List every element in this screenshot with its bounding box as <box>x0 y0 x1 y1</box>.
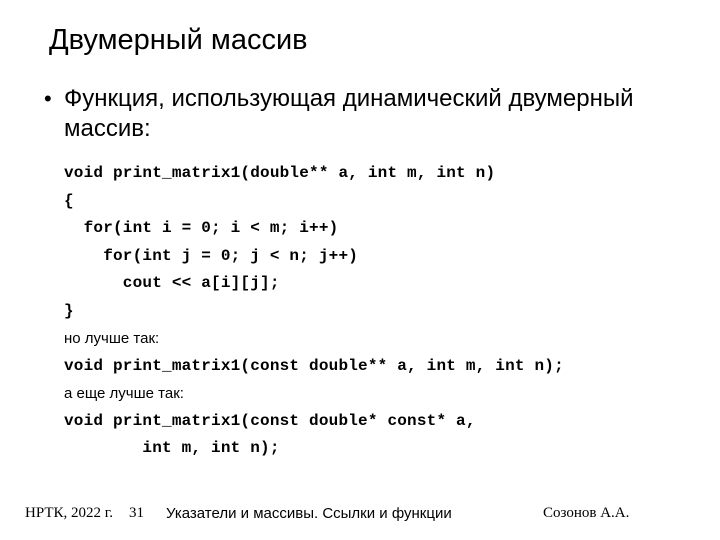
bullet-item-label: Функция, использующая динамический двуме… <box>64 85 634 142</box>
code-note-line: но лучше так: <box>64 330 160 347</box>
code-line: void print_matrix1(const double* const* … <box>64 411 476 430</box>
footer-organization: НРТК, 2022 г. <box>25 505 113 521</box>
code-line: } <box>64 301 74 320</box>
slide-footer: НРТК, 2022 г. 31 Указатели и массивы. Сс… <box>0 505 720 535</box>
footer-page-number: 31 <box>129 505 144 521</box>
code-line: void print_matrix1(double** a, int m, in… <box>64 164 496 182</box>
code-line: int m, int n); <box>64 439 280 457</box>
code-line: cout << a[i][j]; <box>64 274 280 292</box>
bullet-point-icon: • <box>44 86 52 111</box>
code-listing: void print_matrix1(double** a, int m, in… <box>64 160 694 463</box>
code-line: for(int j = 0; j < n; j++) <box>64 246 359 265</box>
footer-author: Созонов А.А. <box>543 505 630 521</box>
presentation-slide: Двумерный массив • Функция, использующая… <box>0 0 720 540</box>
code-line: void print_matrix1(const double** a, int… <box>64 356 564 375</box>
list-item: • Функция, использующая динамический дву… <box>42 84 662 144</box>
code-line: { <box>64 191 74 210</box>
code-line: for(int i = 0; i < m; i++) <box>64 219 339 237</box>
bullet-list: • Функция, использующая динамический дву… <box>42 84 662 144</box>
footer-topic: Указатели и массивы. Ссылки и функции <box>166 505 452 522</box>
page-title: Двумерный массив <box>49 24 308 56</box>
code-note-line: а еще лучше так: <box>64 385 184 402</box>
